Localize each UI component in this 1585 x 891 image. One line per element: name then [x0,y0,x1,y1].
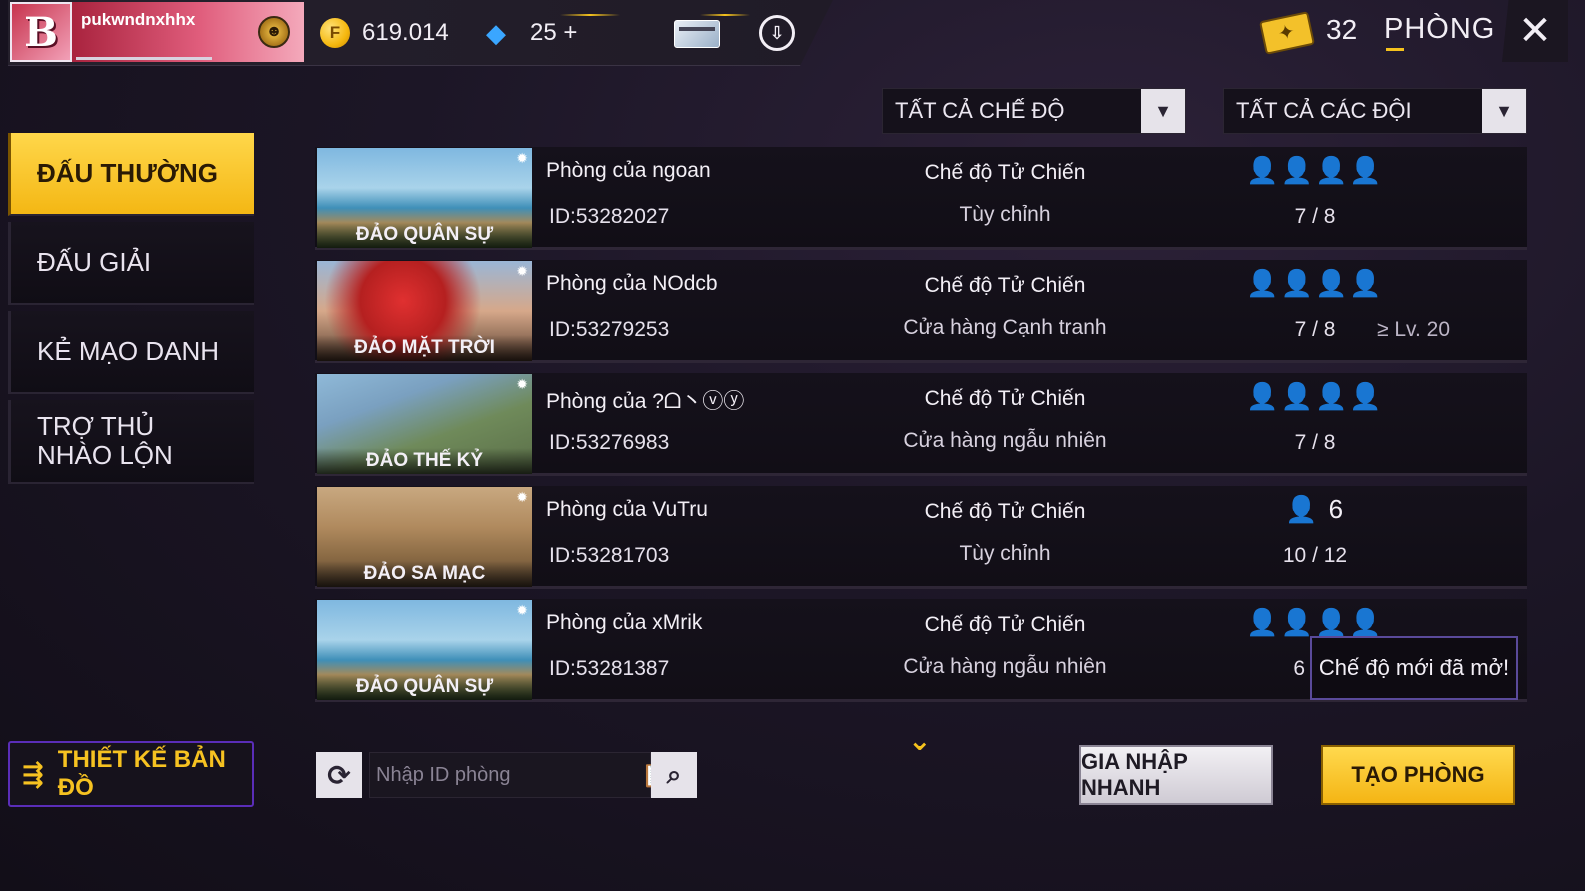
squad-size-icon: 👤👤👤👤 [1246,155,1384,185]
map-name: ĐẢO QUÂN SỰ [317,222,532,248]
room-id: ID:53281387 [549,657,670,680]
room-id: ID:53276983 [549,431,670,454]
room-mode: Chế độ Tử Chiến [924,274,1086,297]
top-bar: B pukwndnxhhx ☻ F 619.014 ◆ 25 + ⇩ 32 PH… [0,0,1585,66]
room-name: Phòng của xMrik [546,611,703,634]
mode-filter-dropdown[interactable]: TẤT CẢ CHẾ ĐỘ ▼ [882,88,1186,134]
diamond-icon: ◆ [486,18,506,48]
player-count-icon: 👤 6 [1284,494,1346,524]
tab-label: ĐẤU GIẢI [37,247,152,277]
team-filter-value: TẤT CẢ CÁC ĐỘI [1236,98,1412,123]
refresh-button[interactable]: ⟳ [316,752,362,798]
room-mode: Chế độ Tử Chiến [924,500,1086,523]
room-shop-type: Cửa hàng ngẫu nhiên [903,655,1107,678]
weather-sun-icon: ✹ [516,263,528,279]
map-name: ĐẢO SA MẠC [317,561,532,587]
player-count: 7 / 8 [1294,431,1336,454]
page-title: PHÒNG [1384,13,1496,45]
close-button[interactable]: ✕ [1502,0,1568,62]
map-thumbnail: ✹ ĐẢO QUÂN SỰ [317,600,532,700]
player-count: 7 / 8 [1294,205,1336,228]
coin-balance: 619.014 [362,19,449,46]
refresh-icon: ⟳ [327,759,351,791]
player-count: 7 / 8 [1294,318,1336,341]
room-name: Phòng của NOdcb [546,272,718,295]
title-underline [1386,48,1404,51]
room-name: Phòng của ngoan [546,159,711,182]
username: pukwndnxhhx [81,10,196,29]
room-row[interactable]: ✹ ĐẢO THẾ KỶ Phòng của ?ᗝ丶ⓥⓨ ID:53276983… [315,373,1527,476]
map-design-icon: ⇶ [22,758,44,789]
search-icon: ⌕ [666,759,682,789]
avatar-letter: B [24,8,58,56]
room-mode: Chế độ Tử Chiến [924,387,1086,410]
room-id: ID:53282027 [549,205,670,228]
quick-join-button[interactable]: GIA NHẬP NHANH [1079,745,1273,805]
room-id: ID:53279253 [549,318,670,341]
mode-filter-value: TẤT CẢ CHẾ ĐỘ [895,98,1065,123]
room-id: ID:53281703 [549,544,670,567]
level-requirement: ≥ Lv. 20 [1377,318,1451,341]
tab-impostor[interactable]: KẺ MẠO DANH [8,311,254,394]
squad-size-icon: 👤👤👤👤 [1246,381,1384,411]
map-thumbnail: ✹ ĐẢO THẾ KỶ [317,374,532,474]
player-count-value: 6 [1328,494,1346,524]
room-mode: Chế độ Tử Chiến [924,161,1086,184]
glow-accent [700,14,750,16]
new-mode-tooltip: Chế độ mới đã mở! [1310,636,1518,700]
room-row[interactable]: ✹ ĐẢO QUÂN SỰ Phòng của ngoan ID:5328202… [315,147,1527,250]
scroll-more-chevron-icon[interactable]: ⌄ [908,724,931,757]
room-card-count: 32 [1326,14,1358,45]
glow-accent [560,14,620,16]
map-name: ĐẢO QUÂN SỰ [317,674,532,700]
rank-badge-icon: ☻ [258,16,290,48]
room-shop-type: Cửa hàng ngẫu nhiên [903,429,1107,452]
player-name-card[interactable]: pukwndnxhhx ☻ [72,2,304,62]
room-name: Phòng của ?ᗝ丶ⓥⓨ [546,390,745,413]
squad-size-icon: 👤👤👤👤 [1246,268,1384,298]
room-row[interactable]: ✹ ĐẢO MẶT TRỜI Phòng của NOdcb ID:532792… [315,260,1527,363]
create-room-button[interactable]: TẠO PHÒNG [1321,745,1515,805]
player-count: 10 / 12 [1282,544,1348,567]
chevron-down-icon[interactable]: ▼ [1141,89,1185,133]
chevron-down-icon[interactable]: ▼ [1482,89,1526,133]
weather-sun-icon: ✹ [516,150,528,166]
room-id-input[interactable] [370,753,641,797]
room-shop-type: Tùy chỉnh [959,203,1051,226]
cloud-download-icon[interactable]: ⇩ [759,15,795,51]
room-shop-type: Cửa hàng Cạnh tranh [903,316,1107,339]
map-name: ĐẢO THẾ KỶ [317,448,532,474]
tab-label: KẺ MẠO DANH [37,336,220,366]
map-design-button[interactable]: ⇶ THIẾT KẾ BẢN ĐỒ [8,741,254,807]
weather-sun-icon: ✹ [516,602,528,618]
squad-size-icon: 👤👤👤👤 [1246,607,1384,637]
room-name: Phòng của VuTru [546,498,708,521]
room-card-ticket-icon [1259,11,1315,55]
player-count: 6 [1293,657,1305,680]
search-button[interactable]: ⌕ [651,752,697,798]
map-name: ĐẢO MẶT TRỜI [317,335,532,361]
weather-sun-icon: ✹ [516,489,528,505]
room-row[interactable]: ✹ ĐẢO SA MẠC Phòng của VuTru ID:53281703… [315,486,1527,589]
player-avatar[interactable]: B [10,2,72,62]
weather-sun-icon: ✹ [516,376,528,392]
room-shop-type: Tùy chỉnh [959,542,1051,565]
xp-bar [76,57,212,60]
map-thumbnail: ✹ ĐẢO SA MẠC [317,487,532,587]
tab-label: TRỢ THỦ NHÀO LỘN [37,411,173,470]
card-icon[interactable] [674,20,720,48]
team-filter-dropdown[interactable]: TẤT CẢ CÁC ĐỘI ▼ [1223,88,1527,134]
tab-normal-match[interactable]: ĐẤU THƯỜNG [8,133,254,216]
tab-stunt-assist[interactable]: TRỢ THỦ NHÀO LỘN [8,400,254,484]
close-icon: ✕ [1518,9,1552,53]
room-id-search-box: 📋 [369,752,671,798]
tab-tournament[interactable]: ĐẤU GIẢI [8,222,254,305]
map-design-label: THIẾT KẾ BẢN ĐỒ [57,746,226,801]
tab-label: ĐẤU THƯỜNG [37,158,218,188]
coin-icon: F [320,18,350,48]
diamond-balance[interactable]: 25 + [530,19,577,47]
map-thumbnail: ✹ ĐẢO MẶT TRỜI [317,261,532,361]
room-mode: Chế độ Tử Chiến [924,613,1086,636]
map-thumbnail: ✹ ĐẢO QUÂN SỰ [317,148,532,248]
